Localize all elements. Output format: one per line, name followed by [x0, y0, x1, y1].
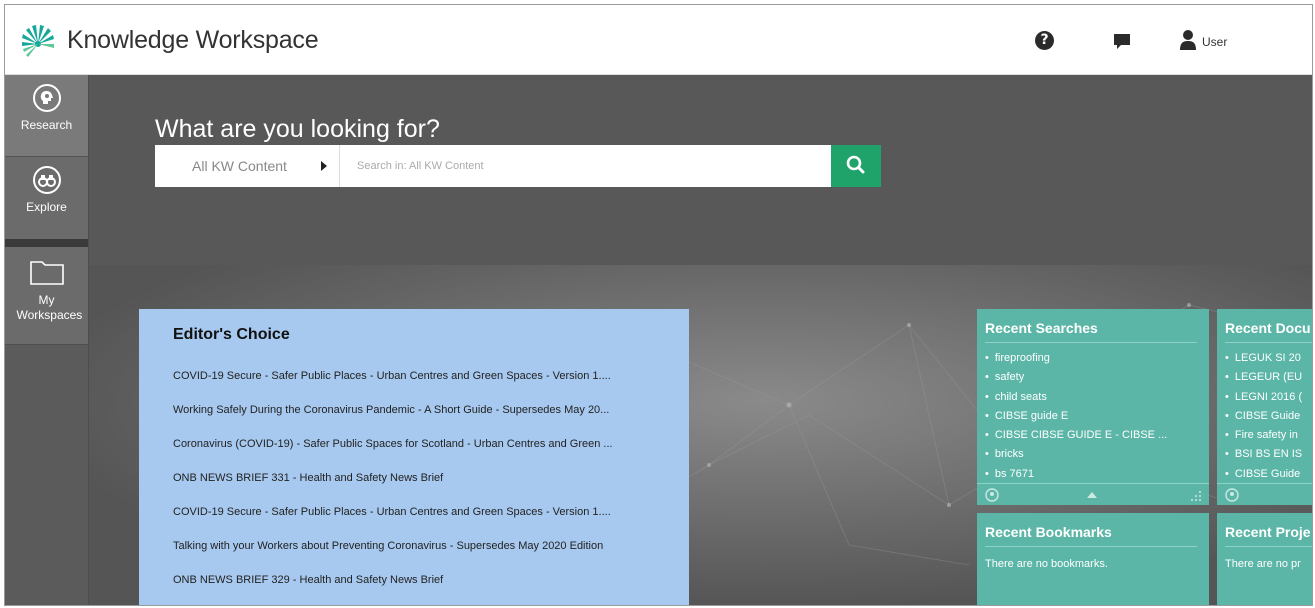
binoculars-icon: [32, 166, 61, 194]
recent-document-item[interactable]: Fire safety in: [1225, 426, 1302, 445]
main-content: What are you looking for? All KW Content…: [89, 75, 1312, 605]
recent-search-item[interactable]: CIBSE CIBSE GUIDE E - CIBSE ...: [985, 426, 1167, 445]
search-icon: [846, 155, 865, 174]
app-title: Knowledge Workspace: [67, 26, 319, 54]
search-button[interactable]: [831, 145, 881, 187]
search-scope-label: All KW Content: [192, 158, 287, 174]
editors-choice-title: Editor's Choice: [173, 326, 290, 343]
recent-document-item[interactable]: LEGNI 2016 (: [1225, 388, 1302, 407]
recent-search-item[interactable]: fireproofing: [985, 349, 1167, 368]
card-divider: [985, 342, 1197, 343]
card-footer: [977, 483, 1209, 505]
editors-choice-item[interactable]: Working Safely During the Coronavirus Pa…: [173, 404, 609, 416]
sidebar-item-my-workspaces[interactable]: My Workspaces: [5, 247, 88, 345]
recent-document-item[interactable]: BSI BS EN IS: [1225, 445, 1302, 464]
editors-choice-item[interactable]: ONB NEWS BRIEF 329 - Health and Safety N…: [173, 574, 443, 586]
app-window: Knowledge Workspace ? User Research Expl…: [4, 4, 1313, 606]
recent-documents-card: Recent Docu LEGUK SI 20 LEGEUR (EU LEGNI…: [1217, 309, 1312, 505]
search-input[interactable]: [341, 145, 829, 187]
sidebar: Research Explore My Workspaces: [5, 75, 89, 605]
user-icon: [1180, 30, 1196, 50]
user-label: User: [1202, 35, 1228, 49]
editors-choice-item[interactable]: COVID-19 Secure - Safer Public Places - …: [173, 370, 611, 382]
recent-searches-title: Recent Searches: [985, 320, 1098, 336]
research-head-icon: [32, 84, 61, 112]
search-bar: All KW Content: [155, 145, 881, 187]
recent-search-item[interactable]: bricks: [985, 445, 1167, 464]
bookmarks-empty-message: There are no bookmarks.: [985, 558, 1108, 570]
recent-documents-title: Recent Docu: [1225, 320, 1311, 336]
card-divider: [985, 546, 1197, 547]
search-scope-selector[interactable]: All KW Content: [155, 145, 340, 187]
card-divider: [1225, 546, 1312, 547]
caret-right-icon: [321, 161, 327, 171]
recent-document-item[interactable]: LEGEUR (EU: [1225, 368, 1302, 387]
recent-bookmarks-card: Recent Bookmarks There are no bookmarks.: [977, 513, 1209, 605]
research-head-icon[interactable]: [985, 488, 999, 502]
editors-choice-item[interactable]: COVID-19 Secure - Safer Public Places - …: [173, 506, 611, 518]
search-heading: What are you looking for?: [155, 115, 440, 143]
folder-icon: [29, 261, 64, 285]
card-divider: [1225, 342, 1312, 343]
recent-searches-card: Recent Searches fireproofing safety chil…: [977, 309, 1209, 505]
recent-bookmarks-title: Recent Bookmarks: [985, 524, 1112, 540]
recent-document-item[interactable]: CIBSE Guide: [1225, 407, 1302, 426]
research-head-icon[interactable]: [1225, 488, 1239, 502]
editors-choice-item[interactable]: Coronavirus (COVID-19) - Safer Public Sp…: [173, 438, 613, 450]
sidebar-divider: [5, 239, 88, 247]
projects-empty-message: There are no pr: [1225, 558, 1301, 570]
editors-choice-panel: Editor's Choice COVID-19 Secure - Safer …: [139, 309, 689, 605]
sidebar-item-label: My Workspaces: [16, 293, 83, 322]
resize-grip-icon[interactable]: [1190, 490, 1202, 502]
recent-document-item[interactable]: CIBSE Guide: [1225, 465, 1302, 484]
recent-search-item[interactable]: safety: [985, 368, 1167, 387]
chat-icon[interactable]: [1112, 31, 1132, 51]
recent-documents-list: LEGUK SI 20 LEGEUR (EU LEGNI 2016 ( CIBS…: [1225, 349, 1302, 484]
recent-search-item[interactable]: child seats: [985, 388, 1167, 407]
recent-document-item[interactable]: LEGUK SI 20: [1225, 349, 1302, 368]
recent-searches-list: fireproofing safety child seats CIBSE gu…: [985, 349, 1167, 484]
sidebar-item-research[interactable]: Research: [5, 75, 88, 157]
recent-search-item[interactable]: CIBSE guide E: [985, 407, 1167, 426]
card-footer: [1217, 483, 1312, 505]
editors-choice-item[interactable]: ONB NEWS BRIEF 331 - Health and Safety N…: [173, 472, 443, 484]
recent-projects-card: Recent Proje There are no pr: [1217, 513, 1312, 605]
sidebar-item-explore[interactable]: Explore: [5, 157, 88, 239]
editors-choice-item[interactable]: Talking with your Workers about Preventi…: [173, 540, 603, 552]
top-header: Knowledge Workspace ? User: [5, 5, 1312, 75]
recent-projects-title: Recent Proje: [1225, 524, 1311, 540]
logo-icon: [22, 25, 54, 57]
sidebar-item-label: Research: [20, 118, 73, 132]
recent-search-item[interactable]: bs 7671: [985, 465, 1167, 484]
sidebar-item-label: Explore: [26, 200, 67, 214]
help-icon[interactable]: ?: [1035, 31, 1054, 50]
collapse-up-icon[interactable]: [1086, 490, 1098, 500]
